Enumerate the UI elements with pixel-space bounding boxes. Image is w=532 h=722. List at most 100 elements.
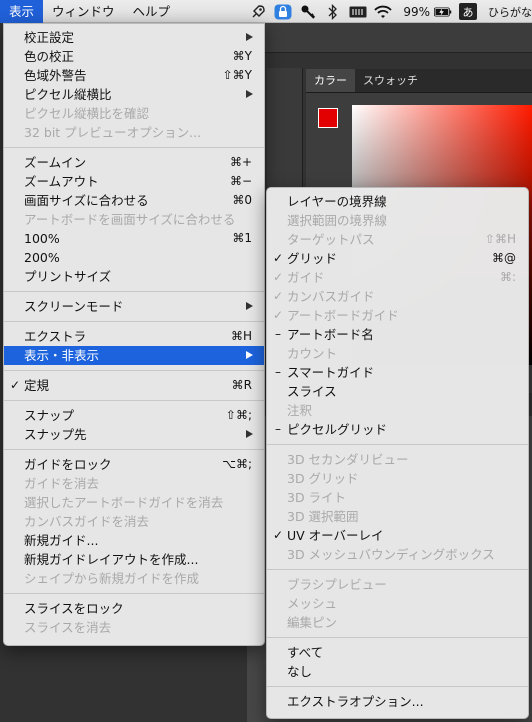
view-menu-item-29[interactable]: 新規ガイド... [4,531,264,550]
menu-item-label: 3D セカンダリビュー [287,452,409,467]
menu-item-label: ピクセル縦横比を確認 [24,106,150,121]
menu-item-shortcut: ⌘R [231,378,252,392]
view-menu-item-17[interactable]: エクストラ ⌘H [4,327,264,346]
menu-item-label: 選択したアートボードガイドを消去 [24,495,224,510]
tab-color[interactable]: カラー [306,69,355,92]
menu-item-label: アートボード名 [287,327,374,342]
menu-item-label: 新規ガイド... [24,533,99,548]
menu-item-label: スライスをロック [24,601,124,616]
view-menu-item-3[interactable]: ピクセル縦横比 [4,85,264,104]
dash-icon: – [275,422,281,436]
menu-item-label: UV オーバーレイ [287,528,384,543]
tab-swatches[interactable]: スウォッチ [355,69,426,92]
menu-item-label: 校正設定 [24,30,75,45]
menu-separator [267,686,528,687]
menubar-view[interactable]: 表示 [0,0,44,23]
view-menu-item-7[interactable]: ズームイン ⌘+ [4,153,264,172]
checkmark-icon: ✓ [9,378,21,392]
menu-item-label: 3D 選択範囲 [287,509,359,524]
menu-item-shortcut: ⌘@ [492,251,516,265]
extras-menu-item-3[interactable]: ✓ グリッド ⌘@ [267,249,528,268]
menu-item-label: ガイドを消去 [24,476,100,491]
extras-menu-item-12[interactable]: – ピクセルグリッド [267,420,528,439]
view-menu-item-25[interactable]: ガイドをロック ⌥⌘; [4,455,264,474]
checkmark-icon: ✓ [272,528,284,542]
checkmark-icon: ✓ [272,289,284,303]
menu-item-label: プリントサイズ [24,269,112,284]
menu-item-label: ズームアウト [24,174,99,189]
view-menu-item-8[interactable]: ズームアウト ⌘− [4,172,264,191]
extras-menu-item-9[interactable]: – スマートガイド [267,363,528,382]
wifi-icon[interactable] [374,0,392,23]
menubar-help[interactable]: ヘルプ [124,0,180,23]
extras-menu-item-6: ✓ アートボードガイド [267,306,528,325]
menu-item-label: なし [287,664,313,679]
extras-menu-item-28[interactable]: エクストラオプション... [267,692,528,711]
menu-item-label: すべて [287,645,324,660]
view-menu-item-12[interactable]: 200% [4,248,264,267]
rocket-icon[interactable] [249,0,267,23]
view-menu-item-18[interactable]: 表示・非表示 [4,346,264,365]
dash-icon: – [275,365,281,379]
input-source-indicator[interactable]: あ [459,3,477,20]
key-icon[interactable] [299,0,317,23]
view-menu-item-23[interactable]: スナップ先 [4,425,264,444]
submenu-arrow-icon [246,33,253,41]
bluetooth-icon[interactable] [324,0,342,23]
menu-item-label: 200% [24,250,60,265]
lock-app-icon[interactable] [274,0,292,23]
menu-separator [267,444,528,445]
extras-menu-item-5: ✓ カンバスガイド [267,287,528,306]
extras-menu-item-10[interactable]: スライス [267,382,528,401]
menu-item-label: ターゲットパス [287,232,375,247]
menu-item-label: ズームイン [24,155,87,170]
menu-item-label: アートボードガイド [287,308,399,323]
extras-menu-item-25[interactable]: すべて [267,643,528,662]
view-menu-item-27: 選択したアートボードガイドを消去 [4,493,264,512]
menu-item-label: 3D ライト [287,490,347,505]
extras-menu-item-7[interactable]: – アートボード名 [267,325,528,344]
menu-item-label: ブラシプレビュー [287,577,387,592]
input-source-label[interactable]: ひらがな [488,4,532,20]
view-menu-item-0[interactable]: 校正設定 [4,28,264,47]
extras-menu-item-11: 注釈 [267,401,528,420]
view-menu-item-22[interactable]: スナップ ⇧⌘; [4,406,264,425]
extras-menu-item-19: 3D メッシュバウンディングボックス [267,545,528,564]
view-menu-item-15[interactable]: スクリーンモード [4,297,264,316]
menu-item-label: 画面サイズに合わせる [24,193,149,208]
view-menu-item-1[interactable]: 色の校正 ⌘Y [4,47,264,66]
view-menu-item-20[interactable]: ✓ 定規 ⌘R [4,376,264,395]
menu-item-shortcut: ⌘1 [232,231,252,245]
menu-item-shortcut: ⌘Y [232,49,252,63]
battery-charging-icon[interactable] [434,0,452,23]
view-menu-item-5: 32 bit プレビューオプション... [4,123,264,142]
foreground-color-swatch[interactable] [318,108,338,128]
menu-item-label: スナップ [24,408,75,423]
extras-menu-item-1: 選択範囲の境界線 [267,211,528,230]
menu-item-shortcut: ⇧⌘Y [222,68,252,82]
menu-item-label: レイヤーの境界線 [287,194,387,209]
menu-item-shortcut: ⌘H [230,329,252,343]
menu-item-shortcut: ⌘− [229,174,252,188]
menu-item-label: スクリーンモード [24,299,124,314]
memory-icon[interactable] [349,0,367,23]
view-menu-item-11[interactable]: 100% ⌘1 [4,229,264,248]
checkmark-icon: ✓ [272,308,284,322]
extras-menu-item-26[interactable]: なし [267,662,528,681]
extras-menu-item-0[interactable]: レイヤーの境界線 [267,192,528,211]
view-menu-item-2[interactable]: 色域外警告 ⇧⌘Y [4,66,264,85]
menubar-window[interactable]: ウィンドウ [43,0,124,23]
extras-menu-item-23: 編集ピン [267,613,528,632]
view-menu-item-30[interactable]: 新規ガイドレイアウトを作成... [4,550,264,569]
menu-item-label: ピクセル縦横比 [24,87,112,102]
extras-menu-item-22: メッシュ [267,594,528,613]
menu-item-shortcut: ⌘: [499,270,516,284]
extras-menu-item-18[interactable]: ✓ UV オーバーレイ [267,526,528,545]
view-menu-item-33[interactable]: スライスをロック [4,599,264,618]
menu-item-label: エクストラオプション... [287,694,424,709]
view-menu-item-9[interactable]: 画面サイズに合わせる ⌘0 [4,191,264,210]
menu-item-label: スライス [287,384,337,399]
color-panel-tabs: カラー スウォッチ [306,69,532,93]
view-menu-item-13[interactable]: プリントサイズ [4,267,264,286]
menu-item-label: ピクセルグリッド [287,422,388,437]
